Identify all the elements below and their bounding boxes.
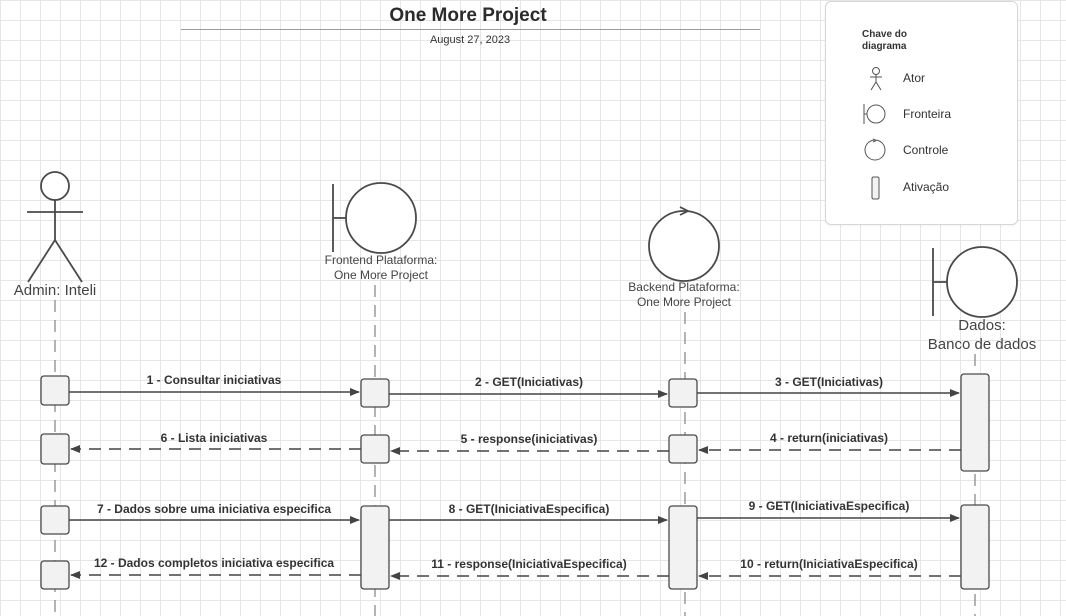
message-label: 4 - return(iniciativas): [769, 431, 889, 445]
activation-box: [668, 378, 698, 408]
activation-box: [960, 504, 990, 590]
message-label: 8 - GET(IniciativaEspecifica): [448, 502, 610, 516]
control-icon: [648, 206, 720, 282]
activation-box: [360, 378, 390, 408]
participant-label-line: Dados:: [958, 317, 1006, 334]
message-label: 11 - response(IniciativaEspecifica): [431, 557, 627, 571]
message-label: 12 - Dados completos iniciativa especifi…: [93, 556, 335, 570]
activation-icon: [871, 176, 880, 200]
participant-label-line: One More Project: [636, 295, 732, 309]
participant-label-frontend: Frontend Plataforma: One More Project: [306, 253, 456, 283]
legend-label-boundary: Fronteira: [903, 107, 952, 121]
actor-icon: [27, 171, 83, 283]
activation-box: [668, 434, 698, 464]
message-label: 1 - Consultar iniciativas: [146, 373, 282, 387]
diagram-legend: Chave do diagrama Ator Fronteira Control…: [825, 1, 1018, 225]
message-label: 2 - GET(Iniciativas): [474, 375, 584, 389]
participant-label-backend: Backend Plataforma: One More Project: [609, 280, 759, 310]
activation-box: [960, 373, 990, 472]
message-label: 9 - GET(IniciativaEspecifica): [748, 499, 910, 513]
legend-label-control: Controle: [903, 143, 949, 157]
participant-label-line: Frontend Plataforma:: [324, 253, 438, 267]
message-label: 10 - return(IniciativaEspecifica): [740, 557, 918, 571]
actor-icon: [870, 67, 882, 91]
participant-label-line: Banco de dados: [927, 336, 1037, 353]
participant-label-database: Dados: Banco de dados: [912, 316, 1052, 354]
message-label: 7 - Dados sobre uma iniciativa especific…: [96, 502, 332, 516]
message-label: 5 - response(iniciativas): [460, 432, 598, 446]
participant-label-line: One More Project: [333, 268, 429, 282]
boundary-icon: [332, 182, 417, 254]
boundary-icon: [863, 104, 886, 124]
legend-label-actor: Ator: [903, 71, 926, 85]
boundary-icon: [932, 246, 1018, 318]
activation-box: [668, 505, 698, 590]
activation-box: [360, 434, 390, 464]
legend-label-activation: Ativação: [903, 180, 950, 194]
activation-box: [360, 505, 390, 590]
control-icon: [864, 138, 886, 161]
message-label: 3 - GET(Iniciativas): [774, 375, 884, 389]
message-label: 6 - Lista iniciativas: [160, 431, 268, 445]
participant-label-line: Backend Plataforma:: [628, 280, 740, 294]
participant-label-admin: Admin: Inteli: [13, 282, 97, 299]
